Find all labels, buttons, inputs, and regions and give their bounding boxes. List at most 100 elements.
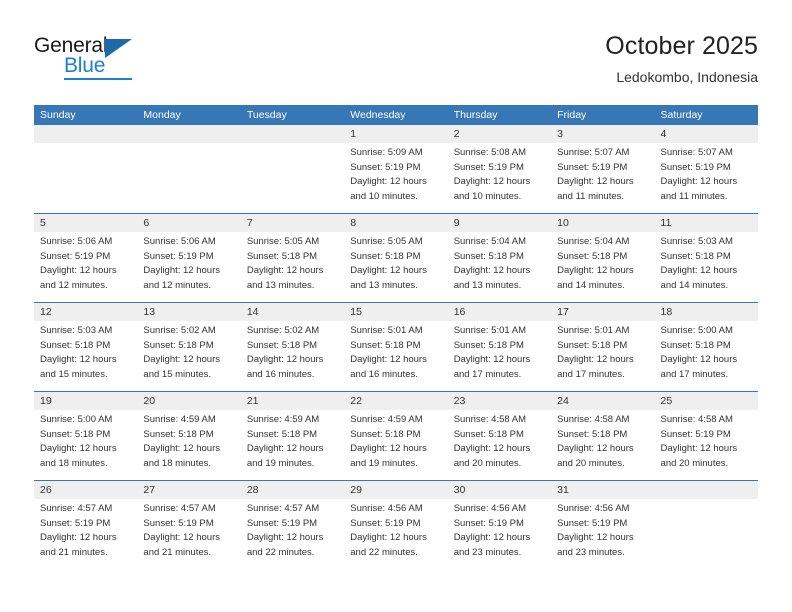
day-number[interactable]: 26 — [34, 481, 137, 499]
day-cell[interactable]: Sunrise: 5:06 AM Sunset: 5:19 PM Daylight:… — [137, 232, 240, 302]
day-number[interactable]: 11 — [655, 214, 758, 232]
day-number[interactable]: 18 — [655, 303, 758, 321]
day-cell[interactable]: Sunrise: 5:07 AM Sunset: 5:19 PM Daylight:… — [551, 143, 654, 213]
day-number[interactable]: 9 — [448, 214, 551, 232]
day-detail-line: and 11 minutes. — [557, 190, 625, 202]
calendar-week-row: 1 2 3 4 Sunrise: 5:09 AM Sunset: 5:19 PM Dayli… — [34, 125, 758, 213]
day-detail-line: Sunset: 5:19 PM — [660, 428, 731, 440]
day-detail-line: and 10 minutes. — [350, 190, 418, 202]
day-number[interactable]: 3 — [551, 125, 654, 143]
day-number[interactable]: 10 — [551, 214, 654, 232]
day-number[interactable]: 6 — [137, 214, 240, 232]
day-number[interactable]: 29 — [344, 481, 447, 499]
day-cell[interactable]: Sunrise: 4:58 AM Sunset: 5:19 PM Daylight:… — [655, 410, 758, 480]
day-number-empty — [655, 481, 758, 499]
day-cell[interactable]: Sunrise: 5:02 AM Sunset: 5:18 PM Daylight:… — [137, 321, 240, 391]
day-detail-line: and 12 minutes. — [40, 279, 108, 291]
day-detail-line: Sunrise: 4:56 AM — [557, 503, 630, 514]
day-detail-line: Daylight: 12 hours — [557, 265, 634, 277]
day-number[interactable]: 27 — [137, 481, 240, 499]
day-detail-line: and 19 minutes. — [246, 457, 315, 469]
day-cell[interactable]: Sunrise: 4:56 AM Sunset: 5:19 PM Daylight:… — [551, 499, 654, 569]
day-cell[interactable]: Sunrise: 5:02 AM Sunset: 5:18 PM Daylight:… — [241, 321, 344, 391]
day-cell[interactable]: Sunrise: 5:05 AM Sunset: 5:18 PM Daylight:… — [241, 232, 344, 302]
day-detail-line: Sunrise: 5:02 AM — [246, 325, 320, 336]
day-number[interactable]: 25 — [655, 392, 758, 410]
day-detail-line: Sunset: 5:19 PM — [40, 250, 111, 262]
day-detail-line: and 16 minutes. — [246, 368, 315, 380]
day-cell[interactable]: Sunrise: 4:56 AM Sunset: 5:19 PM Daylight:… — [448, 499, 551, 569]
day-detail-line: Daylight: 12 hours — [40, 265, 117, 277]
day-number[interactable]: 15 — [344, 303, 447, 321]
logo-text-blue: Blue — [64, 54, 106, 77]
day-cell[interactable]: Sunrise: 5:08 AM Sunset: 5:19 PM Daylight:… — [448, 143, 551, 213]
day-number[interactable]: 4 — [655, 125, 758, 143]
day-cell[interactable]: Sunrise: 5:04 AM Sunset: 5:18 PM Daylight:… — [448, 232, 551, 302]
day-cell[interactable]: Sunrise: 4:57 AM Sunset: 5:19 PM Daylight:… — [34, 499, 137, 569]
day-number[interactable]: 30 — [448, 481, 551, 499]
day-number[interactable]: 19 — [34, 392, 137, 410]
day-detail-line: Daylight: 12 hours — [557, 354, 634, 366]
day-cell[interactable]: Sunrise: 5:07 AM Sunset: 5:19 PM Daylight:… — [655, 143, 758, 213]
day-cell[interactable]: Sunrise: 5:06 AM Sunset: 5:19 PM Daylight:… — [34, 232, 137, 302]
day-detail-line: Sunrise: 5:03 AM — [40, 325, 113, 336]
day-cell[interactable]: Sunrise: 5:01 AM Sunset: 5:18 PM Daylight:… — [448, 321, 551, 391]
day-cell[interactable]: Sunrise: 5:09 AM Sunset: 5:19 PM Daylight:… — [344, 143, 447, 213]
day-detail-line: and 12 minutes. — [143, 279, 212, 291]
day-number[interactable]: 17 — [551, 303, 654, 321]
general-blue-logo[interactable]: General Blue — [34, 34, 164, 82]
day-cell[interactable]: Sunrise: 5:00 AM Sunset: 5:18 PM Daylight:… — [655, 321, 758, 391]
day-detail-line: and 13 minutes. — [246, 279, 315, 291]
page-title: October 2025 — [605, 32, 758, 60]
day-detail-line: Sunrise: 5:04 AM — [453, 236, 527, 247]
day-number[interactable]: 12 — [34, 303, 137, 321]
day-number[interactable]: 21 — [241, 392, 344, 410]
day-detail-line: and 14 minutes. — [660, 279, 729, 291]
day-cell-empty — [34, 143, 137, 213]
day-detail-line: Sunrise: 5:07 AM — [557, 147, 630, 158]
calendar-week-row: 12 13 14 15 16 17 18 Sunrise: 5:03 AM Sunset: 5:… — [34, 302, 758, 391]
day-cell[interactable]: Sunrise: 4:57 AM Sunset: 5:19 PM Daylight:… — [137, 499, 240, 569]
day-cell[interactable]: Sunrise: 4:59 AM Sunset: 5:18 PM Daylight:… — [137, 410, 240, 480]
day-cell[interactable]: Sunrise: 5:03 AM Sunset: 5:18 PM Daylight:… — [34, 321, 137, 391]
day-cell[interactable]: Sunrise: 4:59 AM Sunset: 5:18 PM Daylight:… — [344, 410, 447, 480]
day-detail-line: Sunrise: 5:04 AM — [557, 236, 630, 247]
day-cell[interactable]: Sunrise: 5:01 AM Sunset: 5:18 PM Daylight:… — [344, 321, 447, 391]
day-detail-line: Sunset: 5:18 PM — [660, 339, 731, 351]
day-number[interactable]: 14 — [241, 303, 344, 321]
day-cell[interactable]: Sunrise: 4:59 AM Sunset: 5:18 PM Daylight:… — [241, 410, 344, 480]
day-number[interactable]: 22 — [344, 392, 447, 410]
day-detail-line: Daylight: 12 hours — [453, 354, 531, 366]
triangle-icon — [105, 39, 132, 58]
day-detail-line: Sunrise: 4:59 AM — [246, 414, 320, 425]
day-cell[interactable]: Sunrise: 5:04 AM Sunset: 5:18 PM Daylight:… — [551, 232, 654, 302]
date-number-band: 5 6 7 8 9 10 11 — [34, 214, 758, 232]
day-number[interactable]: 1 — [344, 125, 447, 143]
day-number[interactable]: 31 — [551, 481, 654, 499]
day-cell[interactable]: Sunrise: 4:58 AM Sunset: 5:18 PM Daylight:… — [551, 410, 654, 480]
day-cell[interactable]: Sunrise: 4:57 AM Sunset: 5:19 PM Daylight:… — [241, 499, 344, 569]
calendar-week-row: 19 20 21 22 23 24 25 Sunrise: 5:00 AM Sunset: 5:… — [34, 391, 758, 480]
day-number[interactable]: 8 — [344, 214, 447, 232]
day-number[interactable]: 28 — [241, 481, 344, 499]
day-number[interactable]: 23 — [448, 392, 551, 410]
day-number[interactable]: 2 — [448, 125, 551, 143]
day-cell[interactable]: Sunrise: 5:05 AM Sunset: 5:18 PM Daylight:… — [344, 232, 447, 302]
day-cell[interactable]: Sunrise: 4:56 AM Sunset: 5:19 PM Daylight:… — [344, 499, 447, 569]
day-number[interactable]: 16 — [448, 303, 551, 321]
day-number[interactable]: 5 — [34, 214, 137, 232]
day-cell[interactable]: Sunrise: 5:03 AM Sunset: 5:18 PM Daylight:… — [655, 232, 758, 302]
day-cell[interactable]: Sunrise: 5:01 AM Sunset: 5:18 PM Daylight:… — [551, 321, 654, 391]
day-cell[interactable]: Sunrise: 4:58 AM Sunset: 5:18 PM Daylight:… — [448, 410, 551, 480]
day-number[interactable]: 7 — [241, 214, 344, 232]
day-cell[interactable]: Sunrise: 5:00 AM Sunset: 5:18 PM Daylight:… — [34, 410, 137, 480]
day-detail-line: Sunrise: 5:01 AM — [453, 325, 527, 336]
day-number[interactable]: 20 — [137, 392, 240, 410]
day-number[interactable]: 13 — [137, 303, 240, 321]
day-detail-line: Sunrise: 4:57 AM — [143, 503, 216, 514]
weekday-header-friday: Friday — [557, 109, 587, 121]
day-detail-line: Sunset: 5:18 PM — [660, 250, 731, 262]
day-detail-line: and 21 minutes. — [143, 546, 212, 558]
day-detail-line: Daylight: 12 hours — [143, 265, 220, 277]
day-number[interactable]: 24 — [551, 392, 654, 410]
